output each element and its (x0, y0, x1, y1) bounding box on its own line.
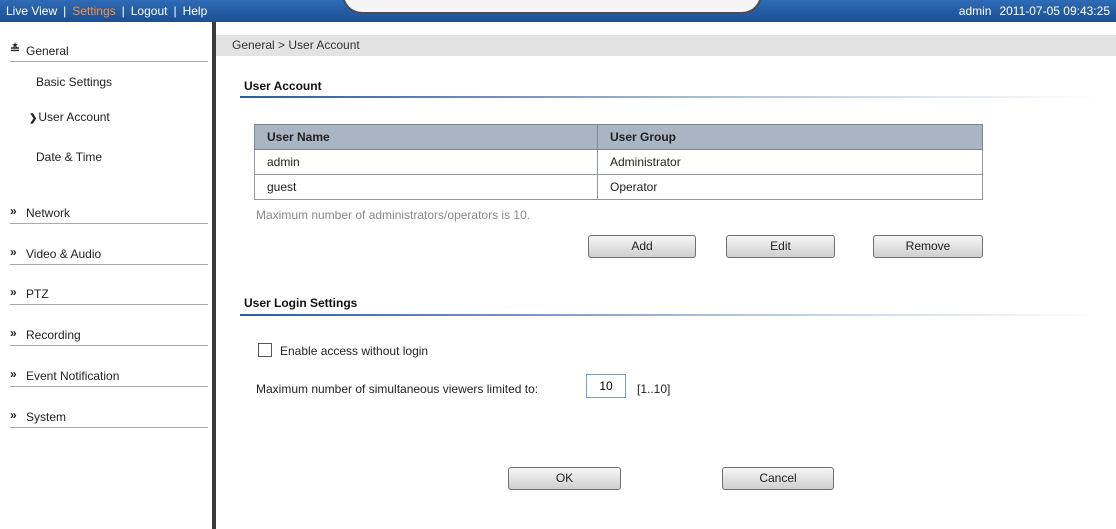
edit-button[interactable]: Edit (726, 235, 835, 258)
enable-access-label: Enable access without login (280, 344, 429, 358)
sidebar-section-label: Network (26, 206, 71, 220)
sidebar-divider[interactable] (212, 22, 216, 529)
top-bar: Live View | Settings | Logout | Help admin 2011… (0, 0, 1116, 22)
current-datetime: 2011-07-05 09:43:25 (999, 4, 1110, 18)
column-header-user-group: User Group (597, 124, 983, 150)
sidebar-section-label: Recording (26, 328, 81, 342)
section-divider (240, 314, 1100, 316)
add-button[interactable]: Add (588, 235, 696, 258)
top-tab-decoration (342, 0, 762, 14)
sidebar-section-label: System (26, 410, 67, 424)
sidebar-section-recording[interactable]: » Recording (10, 322, 208, 346)
chevron-right-icon: ❯ (29, 113, 38, 124)
sidebar-section-label: Event Notification (26, 369, 120, 383)
sidebar-section-system[interactable]: » System (10, 404, 208, 428)
user-name-cell: guest (254, 174, 598, 200)
cancel-button[interactable]: Cancel (722, 467, 834, 490)
double-chevron-right-icon: » (10, 367, 17, 381)
sidebar-item-date-time[interactable]: Date & Time (36, 150, 102, 164)
sidebar-item-user-account[interactable]: ❯User Account (29, 110, 110, 124)
nav-live-view[interactable]: Live View (6, 4, 57, 18)
double-chevron-down-icon: ≛ (10, 42, 21, 56)
user-account-title: User Account (244, 79, 322, 93)
nav-separator: | (173, 4, 177, 18)
double-chevron-right-icon: » (10, 408, 17, 422)
sidebar-section-label: General (26, 44, 69, 58)
sidebar-section-general[interactable]: ≛ General (10, 38, 208, 62)
max-viewers-input[interactable] (586, 374, 626, 398)
double-chevron-right-icon: » (10, 204, 17, 218)
breadcrumb-bar: General > User Account (216, 35, 1116, 56)
sidebar-section-label: Video & Audio (26, 247, 102, 261)
session-info: admin 2011-07-05 09:43:25 (959, 4, 1110, 18)
double-chevron-right-icon: » (10, 245, 17, 259)
ok-button[interactable]: OK (508, 467, 621, 490)
current-user: admin (958, 4, 992, 18)
max-viewers-range: [1..10] (637, 382, 671, 396)
max-viewers-label: Maximum number of simultaneous viewers l… (256, 382, 539, 396)
sidebar-section-network[interactable]: » Network (10, 200, 208, 224)
double-chevron-right-icon: » (10, 285, 17, 299)
nav-separator: | (63, 4, 67, 18)
table-row[interactable]: guest Operator (254, 174, 983, 200)
breadcrumb: General > User Account (232, 38, 360, 52)
table-header-row: User Name User Group (254, 124, 983, 150)
sidebar-section-label: PTZ (26, 287, 49, 301)
column-header-user-name: User Name (254, 124, 598, 150)
nav-settings[interactable]: Settings (72, 4, 115, 18)
sidebar-section-event-notification[interactable]: » Event Notification (10, 363, 208, 387)
double-chevron-right-icon: » (10, 326, 17, 340)
sidebar-item-label: Basic Settings (36, 75, 113, 89)
user-name-cell: admin (254, 149, 598, 175)
nav-logout[interactable]: Logout (131, 4, 168, 18)
max-users-note: Maximum number of administrators/operato… (256, 208, 531, 222)
sidebar-item-basic-settings[interactable]: Basic Settings (36, 75, 112, 89)
table-row[interactable]: admin Administrator (254, 149, 983, 175)
sidebar-item-label: User Account (38, 110, 110, 124)
remove-button[interactable]: Remove (873, 235, 983, 258)
sidebar: ≛ General Basic Settings ❯User Account D… (0, 22, 212, 529)
nav-separator: | (121, 4, 125, 18)
sidebar-section-video-audio[interactable]: » Video & Audio (10, 241, 208, 265)
user-group-cell: Operator (597, 174, 983, 200)
section-divider (240, 96, 1100, 98)
sidebar-item-label: Date & Time (36, 150, 103, 164)
enable-access-checkbox[interactable] (258, 343, 272, 357)
top-nav: Live View | Settings | Logout | Help (6, 4, 207, 18)
sidebar-section-ptz[interactable]: » PTZ (10, 281, 208, 305)
nav-help[interactable]: Help (183, 4, 208, 18)
user-table: User Name User Group admin Administrator… (254, 124, 983, 200)
user-group-cell: Administrator (597, 149, 983, 175)
user-login-settings-title: User Login Settings (244, 296, 358, 310)
